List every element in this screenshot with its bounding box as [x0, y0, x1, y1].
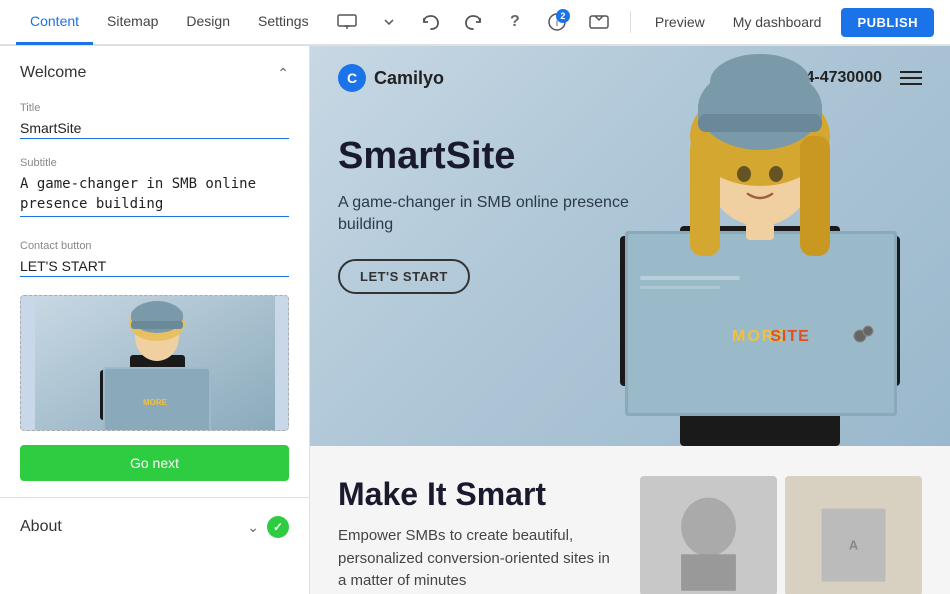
svg-text:MORE: MORE: [143, 398, 168, 407]
notification-button[interactable]: i 2: [542, 7, 572, 37]
nav-tabs: Content Sitemap Design Settings: [16, 0, 323, 45]
svg-text:SITE: SITE: [770, 328, 810, 345]
navbar: Content Sitemap Design Settings ? i 2: [0, 0, 950, 46]
about-icons: ⌄ ✓: [247, 516, 289, 538]
help-button[interactable]: ?: [500, 7, 530, 37]
right-preview: C Camilyo 972-54-4730000 SmartSite A gam…: [310, 46, 950, 594]
title-input[interactable]: [20, 118, 289, 139]
notification-badge: 2: [556, 9, 570, 23]
welcome-title: Welcome: [20, 64, 86, 82]
hero-section: C Camilyo 972-54-4730000 SmartSite A gam…: [310, 46, 950, 446]
below-image-1: [640, 476, 777, 594]
title-field-group: Title: [20, 102, 289, 139]
share-button[interactable]: [584, 7, 614, 37]
below-hero-section: Make It Smart Empower SMBs to create bea…: [310, 446, 950, 594]
svg-text:A: A: [849, 538, 858, 553]
desktop-view-button[interactable]: [332, 7, 362, 37]
about-title: About: [20, 518, 62, 536]
go-next-button[interactable]: Go next: [20, 445, 289, 481]
lets-start-button[interactable]: LET'S START: [338, 259, 470, 294]
about-check-icon: ✓: [267, 516, 289, 538]
subtitle-field-label: Subtitle: [20, 157, 289, 169]
tab-content-label: Content: [30, 13, 79, 29]
main-area: Welcome ⌃ Title Subtitle Contact button: [0, 46, 950, 594]
navbar-right: ? i 2 Preview My dashboard PUBLISH: [332, 7, 934, 37]
logo-circle: C: [338, 64, 366, 92]
make-smart-title: Make It Smart: [338, 476, 620, 513]
title-field-label: Title: [20, 102, 289, 114]
logo-text: Camilyo: [374, 68, 444, 89]
below-image-2: A: [785, 476, 922, 594]
about-section: About ⌄ ✓: [0, 497, 309, 556]
tab-sitemap[interactable]: Sitemap: [93, 0, 172, 45]
tab-content[interactable]: Content: [16, 0, 93, 45]
my-dashboard-button[interactable]: My dashboard: [725, 10, 830, 34]
subtitle-textarea[interactable]: [20, 173, 289, 217]
tab-design-label: Design: [186, 13, 230, 29]
left-panel: Welcome ⌃ Title Subtitle Contact button: [0, 46, 310, 594]
welcome-section-body: Title Subtitle Contact button: [0, 96, 309, 497]
divider: [630, 11, 631, 33]
undo-button[interactable]: [416, 7, 446, 37]
welcome-chevron-up-icon: ⌃: [277, 65, 289, 82]
about-chevron-down-icon: ⌄: [247, 519, 259, 536]
about-section-header[interactable]: About ⌄ ✓: [0, 498, 309, 556]
contact-button-field-group: Contact button: [20, 240, 289, 277]
make-smart-text: Empower SMBs to create beautiful, person…: [338, 525, 618, 593]
redo-button[interactable]: [458, 7, 488, 37]
tab-sitemap-label: Sitemap: [107, 13, 158, 29]
hero-person-image: MORE SITE: [570, 46, 950, 446]
contact-button-input[interactable]: [20, 256, 289, 277]
tab-settings[interactable]: Settings: [244, 0, 323, 45]
logo-area: C Camilyo: [338, 64, 444, 92]
preview-button[interactable]: Preview: [647, 10, 713, 34]
contact-button-label: Contact button: [20, 240, 289, 252]
tab-design[interactable]: Design: [172, 0, 244, 45]
hero-image-preview[interactable]: MORE: [20, 295, 289, 431]
below-hero-text-area: Make It Smart Empower SMBs to create bea…: [338, 476, 620, 594]
subtitle-field-group: Subtitle: [20, 157, 289, 222]
below-hero-images: A: [640, 476, 922, 594]
dropdown-arrow-button[interactable]: [374, 7, 404, 37]
tab-settings-label: Settings: [258, 13, 309, 29]
publish-button[interactable]: PUBLISH: [841, 8, 934, 37]
welcome-section-header[interactable]: Welcome ⌃: [0, 46, 309, 96]
